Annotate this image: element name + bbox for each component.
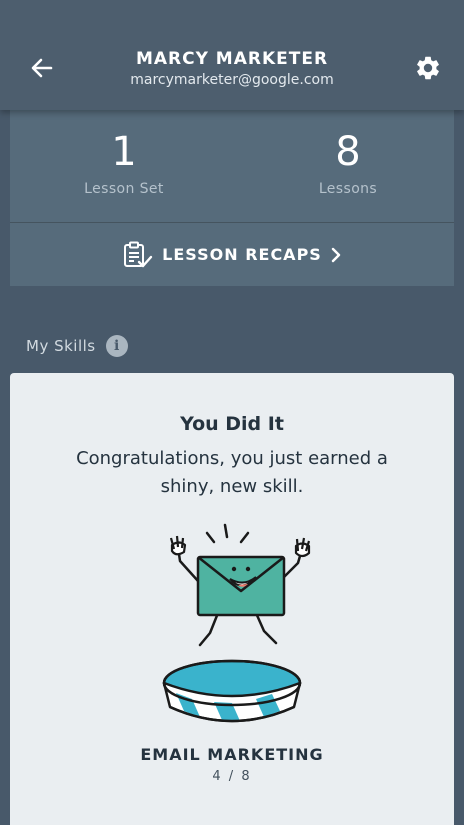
lesson-set-count: 1 [111,129,137,175]
skill-progress: 4 / 8 [212,769,252,784]
profile-header: MARCY MARKETER marcymarketer@google.com [0,0,464,110]
chevron-right-icon [331,247,341,262]
clipboard-check-icon [124,241,153,267]
gear-icon [417,56,439,80]
lesson-recaps-label: LESSON RECAPS [162,245,322,264]
skill-name: EMAIL MARKETING [140,745,324,764]
lesson-set-label: Lesson Set [84,181,164,197]
lesson-recaps-button[interactable]: LESSON RECAPS [10,223,454,286]
my-skills-heading: My Skills i [26,335,128,357]
user-email: marcymarketer@google.com [130,72,334,88]
skill-card-message: Congratulations, you just earned a shiny… [76,448,388,497]
settings-button[interactable] [410,50,446,86]
lessons-label: Lessons [318,181,378,197]
lessons-stat: 8 Lessons [232,128,464,197]
skill-card: You Did It Congratulations, you just ear… [10,373,454,825]
my-skills-title: My Skills [26,337,96,355]
info-icon[interactable]: i [105,335,128,357]
stats-card: 1 Lesson Set 8 Lessons LESSON RECAPS [10,110,454,286]
skill-card-title: You Did It [180,413,284,435]
happy-envelope-illustration [162,523,311,723]
lesson-set-stat: 1 Lesson Set [16,128,232,197]
user-name: MARCY MARKETER [135,49,329,69]
lessons-count: 8 [335,129,361,175]
